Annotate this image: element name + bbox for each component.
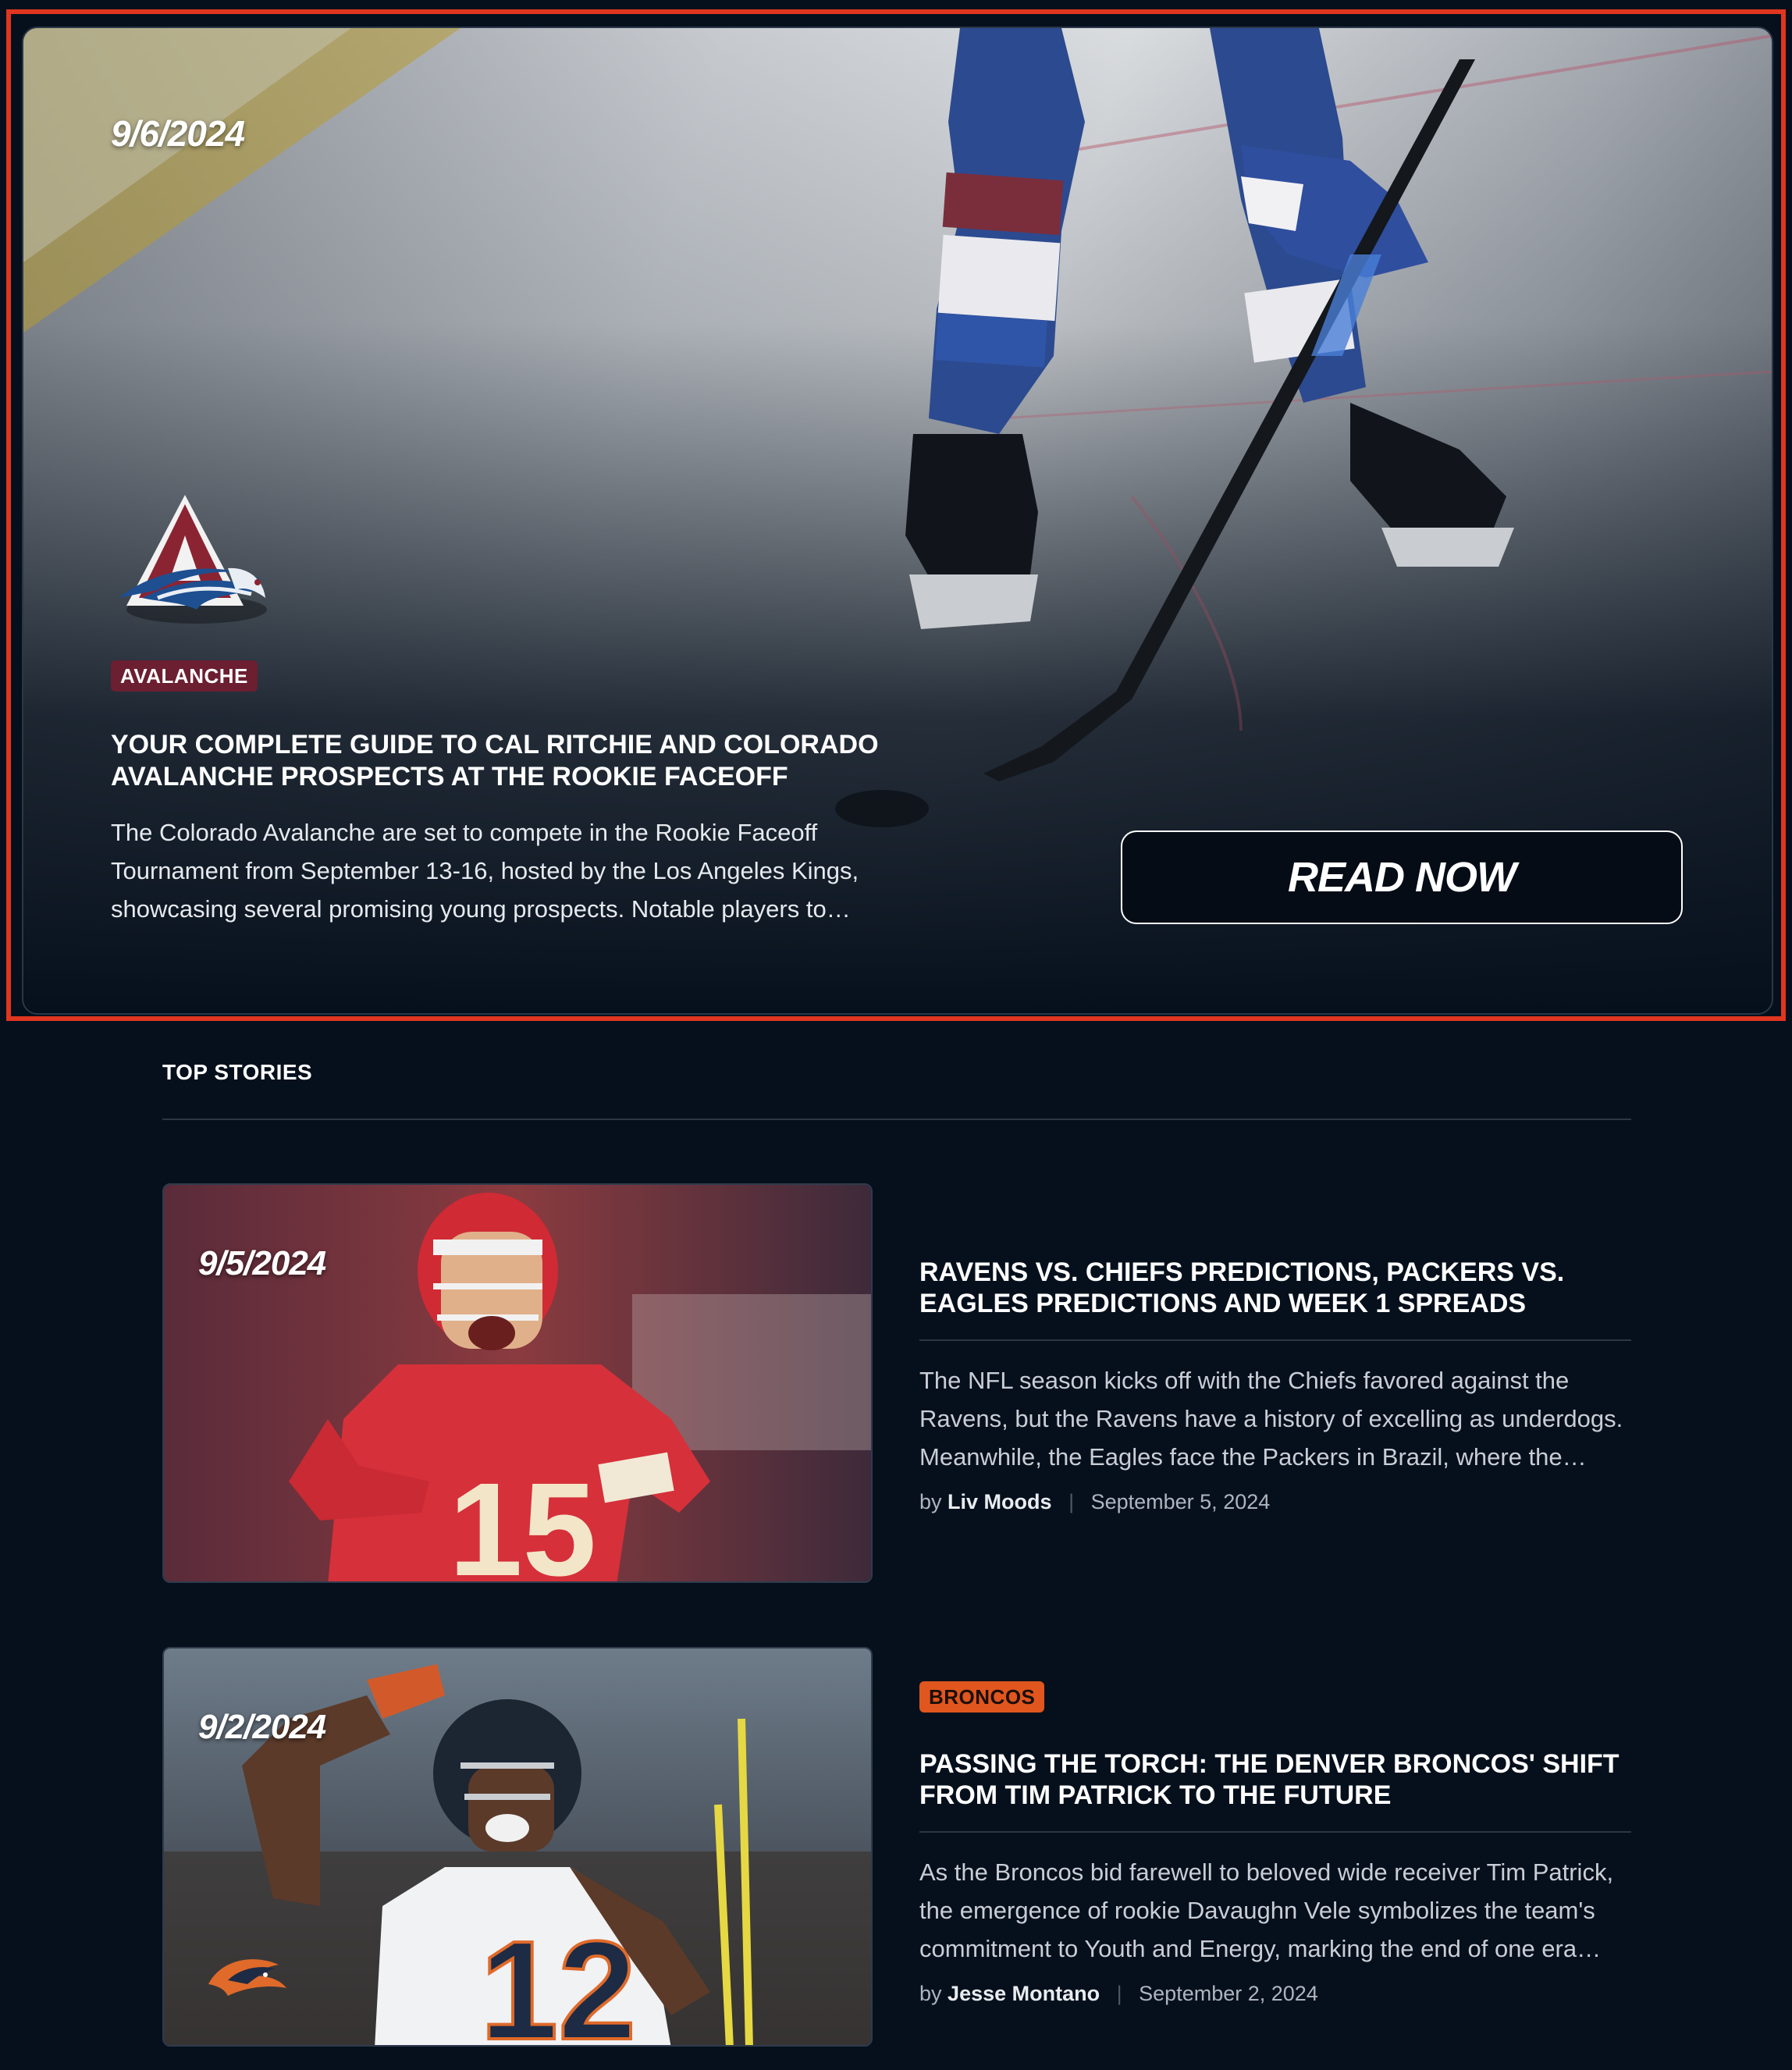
featured-article-card[interactable]: 9/6/2024 AVALANCHE YOUR COMPLETE GUIDE T… [22, 27, 1773, 1015]
svg-text:12: 12 [480, 1912, 636, 2047]
byline-prefix: by [919, 1490, 942, 1513]
article-summary: The Colorado Avalanche are set to compet… [111, 819, 859, 923]
byline-prefix: by [919, 1982, 942, 2005]
read-now-button[interactable]: READ NOW [1121, 830, 1683, 924]
story-headline[interactable]: RAVENS VS. CHIEFS PREDICTIONS, PACKERS V… [919, 1257, 1631, 1341]
story-thumbnail[interactable]: 15 9/5/2024 [162, 1183, 873, 1583]
author-link[interactable]: Jesse Montano [948, 1982, 1100, 2005]
denver-broncos-logo-icon [208, 1959, 286, 1996]
colorado-avalanche-logo-icon [119, 495, 267, 624]
team-tag[interactable]: AVALANCHE [111, 660, 258, 692]
story-summary: As the Broncos bid farewell to beloved w… [919, 1858, 1614, 1962]
story-details: BRONCOS PASSING THE TORCH: THE DENVER BR… [919, 1681, 1631, 2006]
article-headline[interactable]: YOUR COMPLETE GUIDE TO CAL RITCHIE AND C… [111, 729, 930, 793]
story-date: 9/2/2024 [198, 1708, 326, 1746]
story-headline[interactable]: PASSING THE TORCH: THE DENVER BRONCOS' S… [919, 1748, 1631, 1833]
story-summary: The NFL season kicks off with the Chiefs… [919, 1367, 1623, 1471]
story-thumbnail[interactable]: 12 9/2/2024 [162, 1647, 873, 2047]
byline-separator: | [1116, 1982, 1122, 2005]
section-divider [162, 1119, 1631, 1120]
story-byline: by Jesse Montano | September 2, 2024 [919, 1982, 1631, 2006]
byline-separator: | [1068, 1490, 1075, 1513]
svg-text:15: 15 [449, 1456, 596, 1583]
story-details: RAVENS VS. CHIEFS PREDICTIONS, PACKERS V… [919, 1257, 1631, 1514]
section-heading: TOP STORIES [162, 1060, 313, 1084]
story-date: 9/5/2024 [198, 1244, 326, 1282]
publish-date: September 2, 2024 [1139, 1982, 1318, 2005]
team-tag[interactable]: BRONCOS [919, 1681, 1045, 1713]
author-link[interactable]: Liv Moods [948, 1490, 1052, 1513]
story-byline: by Liv Moods | September 5, 2024 [919, 1490, 1631, 1514]
article-date: 9/6/2024 [111, 113, 245, 154]
publish-date: September 5, 2024 [1090, 1490, 1271, 1513]
